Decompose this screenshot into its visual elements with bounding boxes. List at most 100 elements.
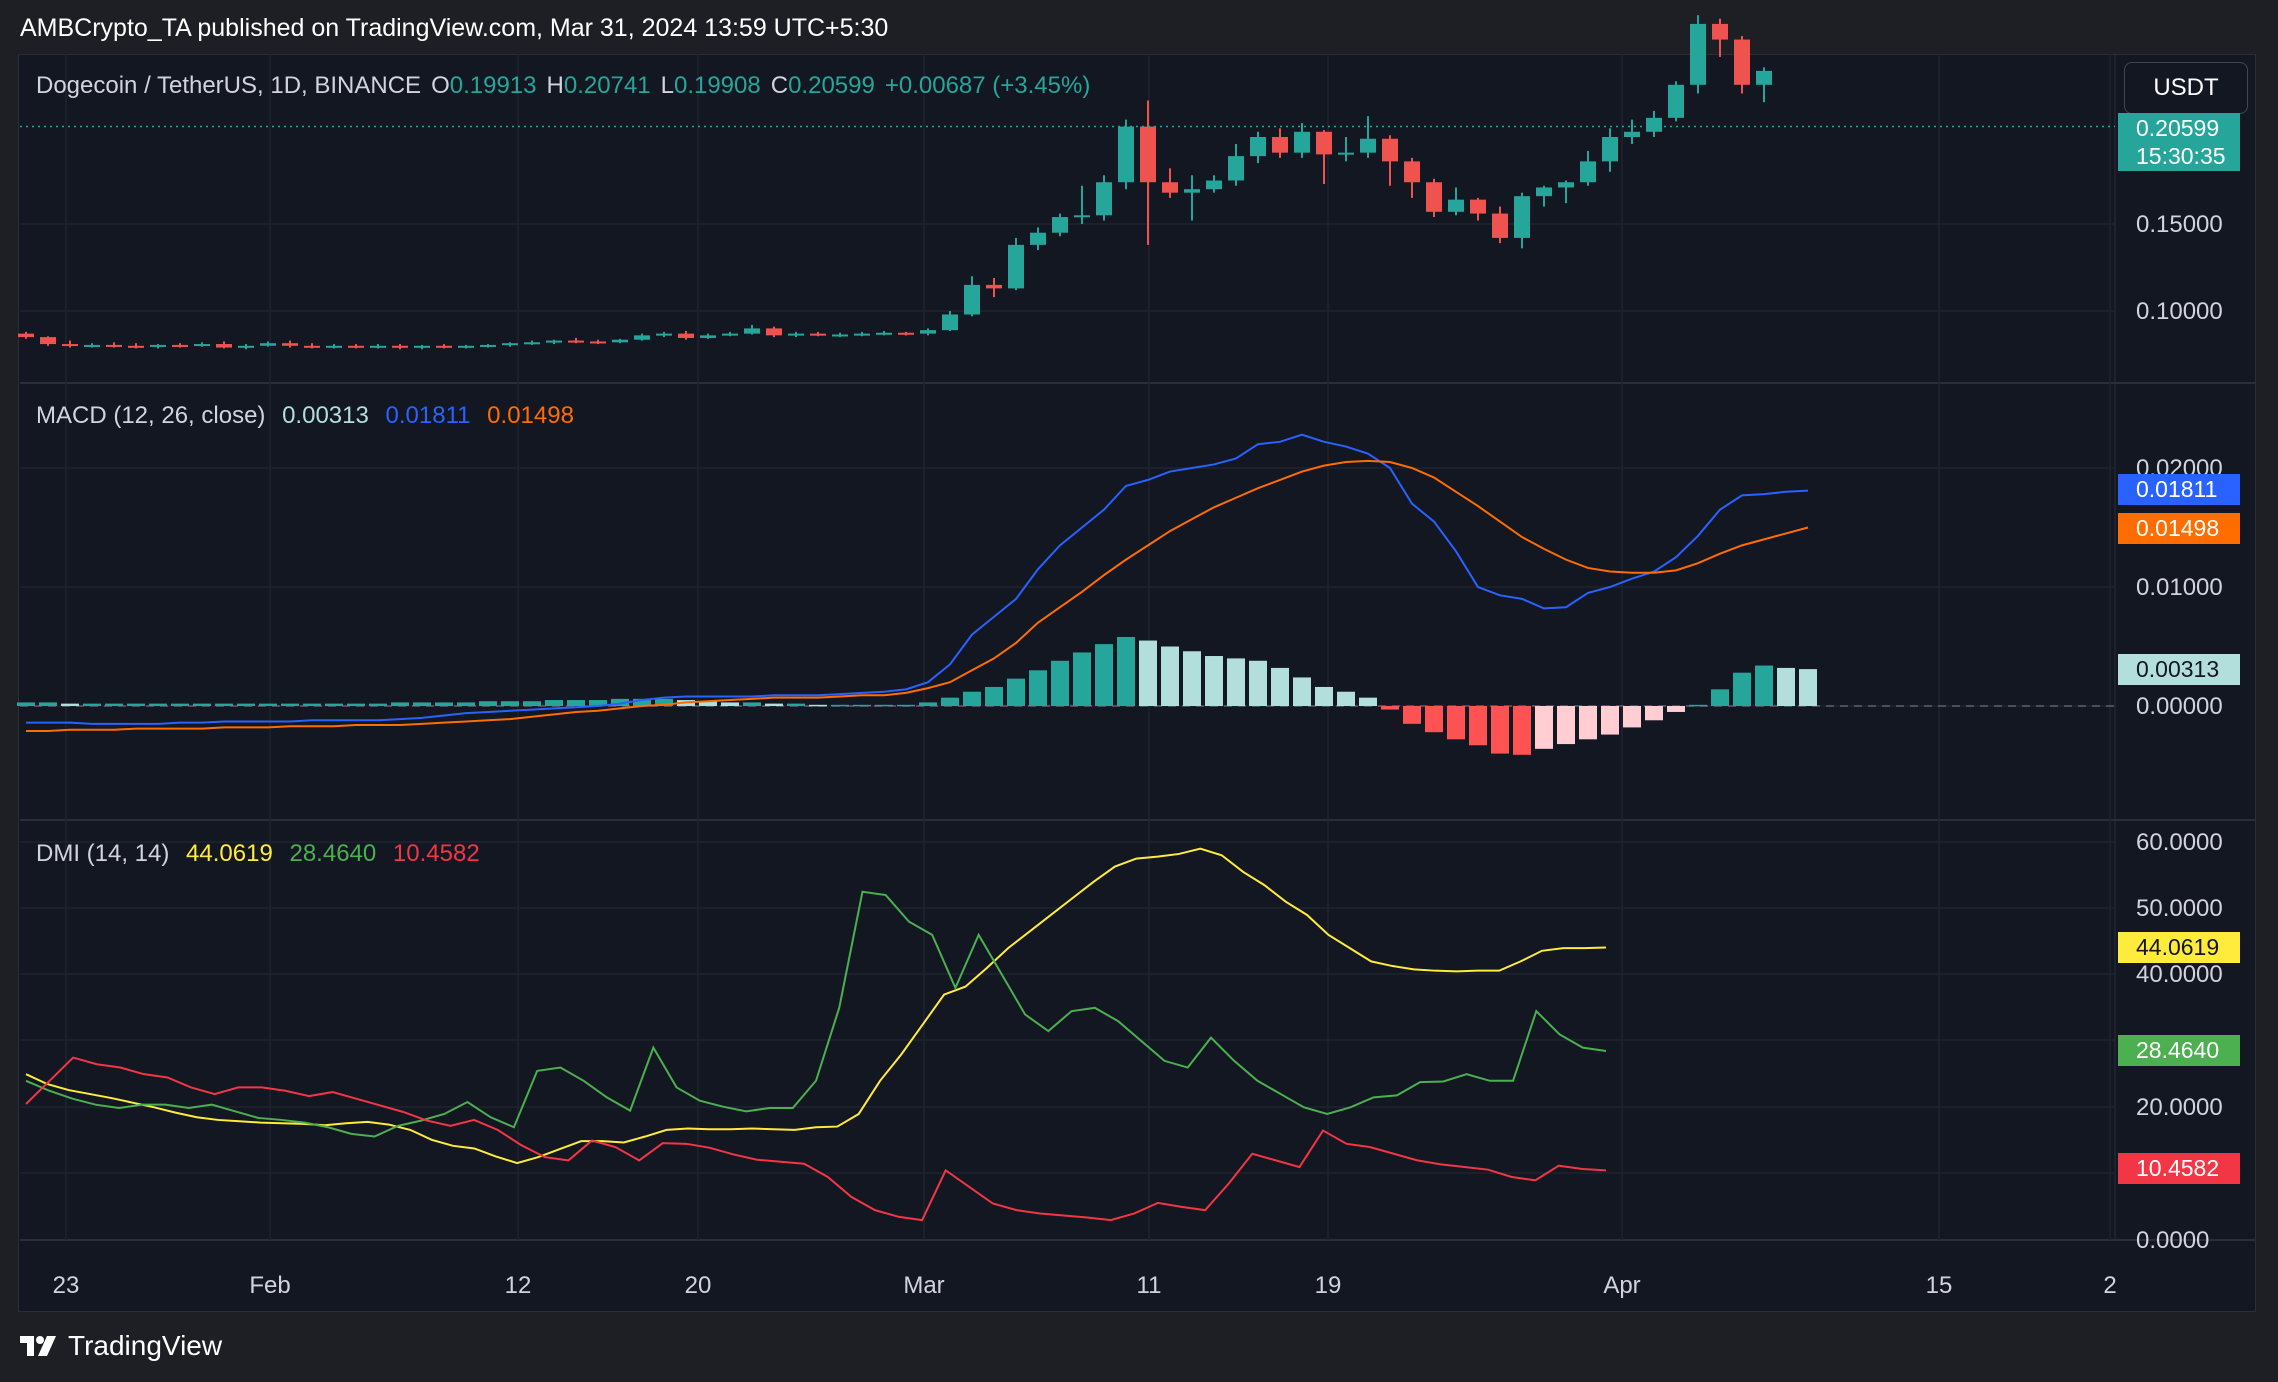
grid-layer [20, 54, 2256, 1241]
macd-histogram-bar [83, 703, 101, 706]
macd-pane [17, 433, 2115, 755]
candle-body [1536, 187, 1552, 197]
open-label: O [431, 72, 450, 99]
chart-canvas[interactable]: 23 Feb 12 20 Mar 11 19 Apr 15 20.150000.100000.02… [0, 0, 2278, 1382]
candle-body [1580, 161, 1596, 183]
symbol-label[interactable]: Dogecoin / TetherUS, 1D, BINANCE [36, 72, 421, 99]
candle-body [84, 344, 100, 347]
minus-di-tag: 10.4582 [2118, 1153, 2240, 1184]
high-label: H [546, 72, 564, 99]
macd-hist-tag: 0.00313 [2118, 654, 2240, 685]
candle-body [1382, 138, 1398, 162]
x-tick-label: 23 [53, 1272, 80, 1299]
candle-body [942, 314, 958, 331]
macd-histogram-bar [1073, 652, 1091, 706]
candle-body [1184, 189, 1200, 193]
countdown: 15:30:35 [2136, 143, 2226, 169]
macd-histogram-bar [545, 700, 563, 706]
macd-histogram-bar [787, 703, 805, 706]
candle-body [590, 341, 606, 344]
macd-histogram-bar [1799, 669, 1817, 706]
candle-body [370, 345, 386, 348]
macd-histogram-bar [1381, 706, 1399, 710]
dmi-legend: DMI (14, 14) 44.0619 28.4640 10.4582 [36, 840, 490, 868]
macd-histogram-bar [1293, 677, 1311, 706]
candle-body [1646, 117, 1662, 132]
signal-line [26, 459, 1809, 732]
candle-body [1250, 137, 1266, 157]
macd-histogram-bar [1447, 706, 1465, 740]
macd-histogram-bar [1755, 665, 1773, 706]
macd-histogram-bar [1601, 706, 1619, 735]
candle-body [1316, 131, 1332, 155]
macd-histogram-bar [1777, 667, 1795, 706]
candle-body [1272, 137, 1288, 153]
price-tick-label: 0.10000 [2136, 298, 2223, 325]
dmi-title[interactable]: DMI (14, 14) [36, 840, 169, 867]
tradingview-logo[interactable]: TradingView [20, 1330, 222, 1362]
change-value: +0.00687 (+3.45%) [884, 72, 1091, 99]
macd-histogram-bar [1733, 672, 1751, 706]
adx-line [25, 847, 1607, 1165]
candle-body [1096, 182, 1112, 216]
macd-histogram-bar [1095, 644, 1113, 706]
macd-histogram-bar [457, 702, 475, 706]
x-tick-label: 20 [685, 1272, 712, 1299]
candle-body [172, 344, 188, 347]
x-tick-label: Apr [1603, 1272, 1640, 1299]
brand-label: TradingView [68, 1330, 223, 1361]
close-value: 0.20599 [788, 72, 875, 99]
candle-body [1668, 84, 1684, 118]
macd-histogram-bar [1139, 640, 1157, 706]
candle-body [1734, 39, 1750, 85]
candle-body [238, 345, 254, 348]
close-label: C [770, 72, 789, 99]
macd-histogram-bar [1711, 689, 1729, 706]
macd-histogram-bar [1557, 706, 1575, 745]
last-price: 0.20599 [2136, 115, 2220, 141]
x-tick-label: 15 [1926, 1272, 1953, 1299]
macd-histogram-bar [61, 703, 79, 706]
candle-body [260, 343, 276, 346]
macd-histogram-bar [127, 703, 145, 706]
macd-histogram-bar [1227, 658, 1245, 706]
dmi-tick-label: 60.0000 [2136, 829, 2223, 856]
macd-signal-value: 0.01498 [487, 402, 574, 429]
high-value: 0.20741 [563, 72, 651, 99]
macd-histogram-bar [1579, 706, 1597, 740]
macd-tick-label: 0.01000 [2136, 574, 2223, 601]
candle-body [656, 333, 672, 336]
open-value: 0.19913 [449, 72, 537, 99]
candle-body [40, 337, 56, 345]
dmi-tick-label: 20.0000 [2136, 1094, 2223, 1121]
candle-body [106, 344, 122, 347]
candle-body [612, 339, 628, 343]
macd-histogram-bar [567, 700, 585, 706]
candle-body [62, 344, 78, 347]
x-tick-label: 2 [2103, 1272, 2116, 1299]
macd-histogram-bar [17, 702, 35, 706]
candle-body [1030, 232, 1046, 245]
candle-body [1162, 182, 1178, 193]
macd-histogram-bar [1007, 678, 1025, 706]
macd-histogram-bar [1513, 706, 1531, 755]
macd-histogram-bar [1337, 691, 1355, 706]
candle-body [1470, 199, 1486, 214]
macd-title[interactable]: MACD (12, 26, close) [36, 402, 265, 429]
macd-histogram-bar [1029, 670, 1047, 706]
candle-body [854, 333, 870, 336]
macd-histogram-bar [347, 703, 365, 706]
candle-body [1074, 215, 1090, 218]
macd-histogram-bar [765, 703, 783, 706]
candle-body [304, 345, 320, 348]
candle-body [568, 340, 584, 343]
currency-button[interactable]: USDT [2124, 62, 2248, 114]
dmi-tick-label: 0.0000 [2136, 1227, 2209, 1254]
candle-body [1624, 131, 1640, 137]
macd-histogram-bar [831, 704, 849, 707]
candle-body [1008, 244, 1024, 289]
candle-body [1140, 126, 1156, 183]
candle-body [810, 333, 826, 336]
macd-histogram-bar [1161, 646, 1179, 706]
macd-histogram-bar [875, 704, 893, 707]
